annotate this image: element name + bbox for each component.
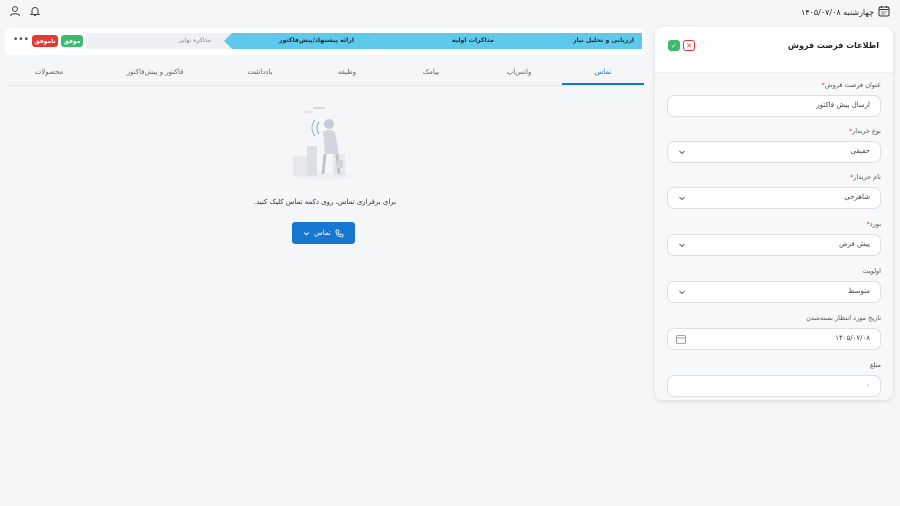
chevron-down-icon <box>679 243 685 248</box>
check-icon: ✓ <box>671 41 677 50</box>
stage-final-negotiation[interactable]: مذاکره نهایی <box>178 37 211 44</box>
opportunity-info-panel: اطلاعات فرصت فروش ✓ ✕ عنوان فرصت فروش* ا… <box>655 27 893 400</box>
empty-state-message: برای برقراری تماس، روی دکمه تماس کلیک کن… <box>253 198 397 206</box>
confirm-button[interactable]: ✓ <box>668 40 680 51</box>
buyer-name-field: نام خریدار* شاهرخی <box>667 173 881 209</box>
tab-note[interactable]: یادداشت <box>220 68 300 76</box>
date-display: چهارشنبه ۱۴۰۵/۰۷/۰۸ <box>801 4 890 20</box>
tab-call[interactable]: تماس <box>563 68 643 76</box>
buyer-type-field: نوع خریدار* حقیقی <box>667 127 881 163</box>
tab-invoice[interactable]: فاکتور و پیش‌فاکتور <box>115 68 195 76</box>
amount-field: مبلغ ۰ <box>667 361 881 397</box>
top-bar: چهارشنبه ۱۴۰۵/۰۷/۰۸ <box>0 0 900 24</box>
stage-assessment[interactable]: ارزیابی و تحلیل نیاز <box>573 37 634 44</box>
stage-initial-negotiation[interactable]: مذاکرات اولیه <box>452 37 494 44</box>
chevron-down-icon <box>679 150 685 155</box>
field-label: نوع خریدار* <box>848 127 881 135</box>
phone-icon <box>335 229 344 237</box>
chevron-down-icon <box>304 231 310 236</box>
activity-tabs: تماس واتس‌اپ پیامک وظیفه یادداشت فاکتور … <box>5 62 645 86</box>
stage-stepper: ••• ناموفق موفق ارزیابی و تحلیل نیاز مذا… <box>5 28 645 55</box>
call-button-label: تماس <box>314 229 331 237</box>
field-label: اولویت <box>862 267 881 275</box>
active-tab-indicator <box>562 83 644 85</box>
title-field: عنوان فرصت فروش* ارسال پیش فاکتور <box>667 81 881 117</box>
priority-field: اولویت متوسط <box>667 267 881 303</box>
title-input[interactable]: ارسال پیش فاکتور <box>667 95 881 117</box>
success-button[interactable]: موفق <box>61 35 83 47</box>
field-label: تاریخ مورد انتظار بسته‌شدن <box>806 314 881 322</box>
panel-title: اطلاعات فرصت فروش <box>787 41 879 50</box>
bell-icon[interactable] <box>28 4 42 18</box>
amount-input[interactable]: ۰ <box>667 375 881 397</box>
board-select[interactable]: پیش فرض <box>667 234 881 256</box>
field-label: مبلغ <box>869 361 881 369</box>
fail-button[interactable]: ناموفق <box>32 35 58 47</box>
cancel-button[interactable]: ✕ <box>683 40 695 51</box>
user-icon[interactable] <box>8 4 22 18</box>
calendar-icon[interactable] <box>878 5 890 19</box>
buyer-name-select[interactable]: شاهرخی <box>667 187 881 209</box>
panel-body: عنوان فرصت فروش* ارسال پیش فاکتور نوع خر… <box>655 73 893 400</box>
call-button[interactable]: تماس <box>292 222 355 244</box>
empty-state-illustration <box>291 107 355 179</box>
stage-bar: ارزیابی و تحلیل نیاز مذاکرات اولیه ارائه… <box>86 33 642 49</box>
field-label: عنوان فرصت فروش* <box>821 81 881 89</box>
priority-select[interactable]: متوسط <box>667 281 881 303</box>
stage-proposal[interactable]: ارائه پیشنهاد/پیش‌فاکتور <box>279 37 354 44</box>
field-label: نام خریدار* <box>850 173 881 181</box>
field-label: بورد* <box>866 220 881 228</box>
tab-sms[interactable]: پیامک <box>391 68 471 76</box>
close-date-field: تاریخ مورد انتظار بسته‌شدن ۱۴۰۵/۰۷/۰۸ <box>667 314 881 350</box>
date-text: چهارشنبه ۱۴۰۵/۰۷/۰۸ <box>800 7 874 17</box>
tab-whatsapp[interactable]: واتس‌اپ <box>479 68 559 76</box>
board-field: بورد* پیش فرض <box>667 220 881 256</box>
calendar-icon[interactable] <box>676 334 686 344</box>
tab-products[interactable]: محصولات <box>9 68 89 76</box>
buyer-type-select[interactable]: حقیقی <box>667 141 881 163</box>
close-date-input[interactable]: ۱۴۰۵/۰۷/۰۸ <box>667 328 881 350</box>
tab-task[interactable]: وظیفه <box>307 68 387 76</box>
more-options-icon[interactable]: ••• <box>13 35 29 47</box>
chevron-down-icon <box>679 196 685 201</box>
close-icon: ✕ <box>686 41 692 50</box>
panel-header: اطلاعات فرصت فروش ✓ ✕ <box>655 27 893 73</box>
chevron-down-icon <box>679 290 685 295</box>
